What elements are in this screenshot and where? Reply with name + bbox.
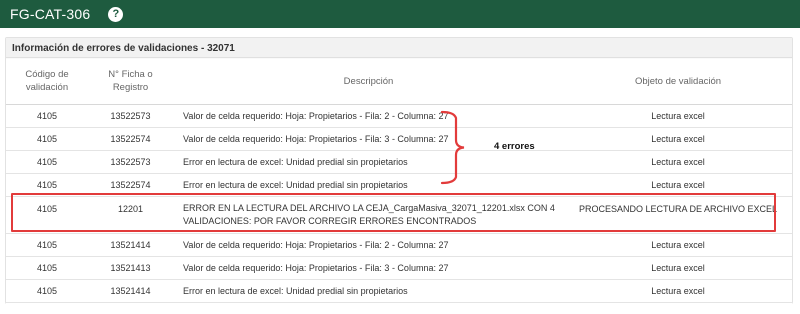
header-description[interactable]: Descripción [173,59,564,105]
cell-description: Valor de celda requerido: Hoja: Propieta… [173,233,564,257]
errors-count-annotation: 4 errores [494,141,535,152]
cell-description: Valor de celda requerido: Hoja: Propieta… [173,256,564,280]
table-row[interactable]: 4105 13522573 Error en lectura de excel:… [6,150,792,174]
cell-object: Lectura excel [564,150,792,174]
cell-description: Valor de celda requerido: Hoja: Propieta… [173,104,564,128]
top-bar: FG-CAT-306 ? [0,0,800,28]
table-row[interactable]: 4105 13521413 Valor de celda requerido: … [6,256,792,280]
validation-errors-table: Código de validación N° Ficha o Registro… [6,59,792,303]
cell-description: Error en lectura de excel: Unidad predia… [173,150,564,174]
table-row[interactable]: 4105 13522573 Valor de celda requerido: … [6,104,792,128]
cell-code: 4105 [6,104,88,128]
cell-code: 4105 [6,150,88,174]
cell-ficha: 13521414 [88,279,173,303]
header-code[interactable]: Código de validación [6,59,88,105]
cell-ficha: 13522573 [88,104,173,128]
cell-ficha: 13522574 [88,127,173,151]
table-header-row: Código de validación N° Ficha o Registro… [6,59,792,105]
header-ficha[interactable]: N° Ficha o Registro [88,59,173,105]
cell-code: 4105 [6,233,88,257]
header-code-line1: Código de [25,69,69,81]
header-object[interactable]: Objeto de validación [564,59,792,105]
cell-ficha: 13522574 [88,173,173,197]
cell-ficha: 13521413 [88,256,173,280]
cell-ficha: 13521414 [88,233,173,257]
cell-object: Lectura excel [564,256,792,280]
header-ficha-line1: N° Ficha o [108,69,153,81]
table-row[interactable]: 4105 13522574 Valor de celda requerido: … [6,127,792,151]
cell-code: 4105 [6,256,88,280]
cell-description: Error en lectura de excel: Unidad predia… [173,173,564,197]
validation-errors-panel: Información de errores de validaciones -… [5,37,793,304]
cell-code: 4105 [6,127,88,151]
cell-description: Error en lectura de excel: Unidad predia… [173,279,564,303]
cell-object: Lectura excel [564,279,792,303]
cell-code: 4105 [6,196,88,234]
panel-body: Código de validación N° Ficha o Registro… [6,59,792,304]
header-ficha-line2: Registro [112,82,149,94]
panel-title: Información de errores de validaciones -… [6,38,792,58]
cell-object: Lectura excel [564,104,792,128]
question-circle-icon[interactable]: ? [108,6,124,22]
cell-object: PROCESANDO LECTURA DE ARCHIVO EXCEL [564,196,792,234]
table-row[interactable]: 4105 13521414 Valor de celda requerido: … [6,233,792,257]
cell-description: ERROR EN LA LECTURA DEL ARCHIVO LA CEJA_… [173,196,564,234]
table-row-summary[interactable]: 4105 12201 ERROR EN LA LECTURA DEL ARCHI… [6,196,792,234]
cell-object: Lectura excel [564,233,792,257]
cell-code: 4105 [6,279,88,303]
cell-ficha: 12201 [88,196,173,234]
cell-object: Lectura excel [564,127,792,151]
cell-code: 4105 [6,173,88,197]
cell-ficha: 13522573 [88,150,173,174]
app-title: FG-CAT-306 [10,6,91,22]
table-row[interactable]: 4105 13522574 Error en lectura de excel:… [6,173,792,197]
cell-object: Lectura excel [564,173,792,197]
header-code-line2: validación [25,82,69,94]
table-row[interactable]: 4105 13521414 Error en lectura de excel:… [6,279,792,303]
